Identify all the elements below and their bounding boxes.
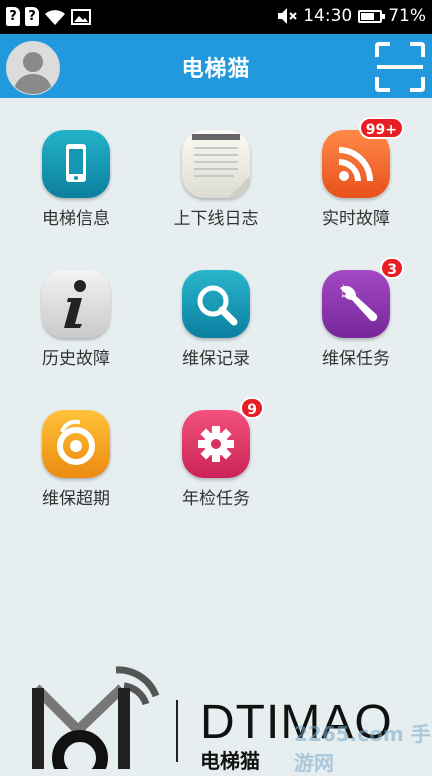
status-bar: ? ? 14:30 71%	[0, 0, 432, 34]
notification-badge: 9	[240, 397, 264, 419]
grid-item-label: 电梯信息	[42, 209, 110, 229]
image-notification-icon	[71, 8, 91, 25]
scan-button[interactable]	[374, 41, 426, 93]
grid-item-annual-inspection[interactable]: 9 年检任务	[156, 397, 276, 509]
grid-item-maintenance-record[interactable]: 维保记录	[156, 270, 276, 369]
grid-item-label: 上下线日志	[173, 209, 259, 229]
grid-item-label: 实时故障	[322, 209, 390, 229]
watermark: 2265.com 手游网	[294, 722, 431, 775]
brand-name-cn: 电梯猫	[200, 749, 260, 773]
notification-badge: 3	[380, 257, 404, 279]
grid-item-maintenance-task[interactable]: 3 维保任务	[296, 257, 416, 369]
grid-item-label: 维保记录	[182, 349, 250, 369]
app-bar: 电梯猫	[0, 34, 432, 98]
dtimao-logo-icon	[32, 666, 160, 769]
battery-percent: 71%	[388, 6, 426, 26]
sim-slot-1-icon: ?	[6, 7, 20, 26]
wrench-icon: 3	[322, 257, 404, 338]
overdue-icon	[42, 410, 110, 478]
battery-icon	[358, 9, 386, 23]
grid-item-fault-history[interactable]: 历史故障	[16, 270, 136, 369]
search-icon	[182, 270, 250, 338]
notepad-icon	[182, 130, 250, 198]
grid-item-label: 历史故障	[42, 349, 110, 369]
grid-item-realtime-fault[interactable]: 99+ 实时故障	[296, 117, 416, 229]
brand-divider	[176, 700, 178, 762]
notification-badge: 99+	[358, 117, 404, 139]
grid-item-label: 年检任务	[182, 489, 250, 509]
grid-item-maintenance-overdue[interactable]: 维保超期	[16, 410, 136, 509]
grid-item-elevator-info[interactable]: 电梯信息	[16, 130, 136, 229]
grid-item-online-log[interactable]: 上下线日志	[156, 130, 276, 229]
mute-icon	[278, 8, 297, 24]
clock: 14:30	[303, 6, 353, 26]
grid-item-label: 维保超期	[42, 489, 110, 509]
grid-item-label: 维保任务	[322, 349, 390, 369]
page-title: 电梯猫	[181, 57, 251, 82]
scan-icon	[375, 42, 425, 92]
sim-slot-2-icon: ?	[25, 7, 39, 26]
rss-icon: 99+	[322, 117, 404, 198]
gear-icon: 9	[182, 397, 264, 478]
phone-icon	[42, 130, 110, 198]
wifi-icon	[45, 9, 65, 25]
info-icon	[42, 270, 110, 338]
